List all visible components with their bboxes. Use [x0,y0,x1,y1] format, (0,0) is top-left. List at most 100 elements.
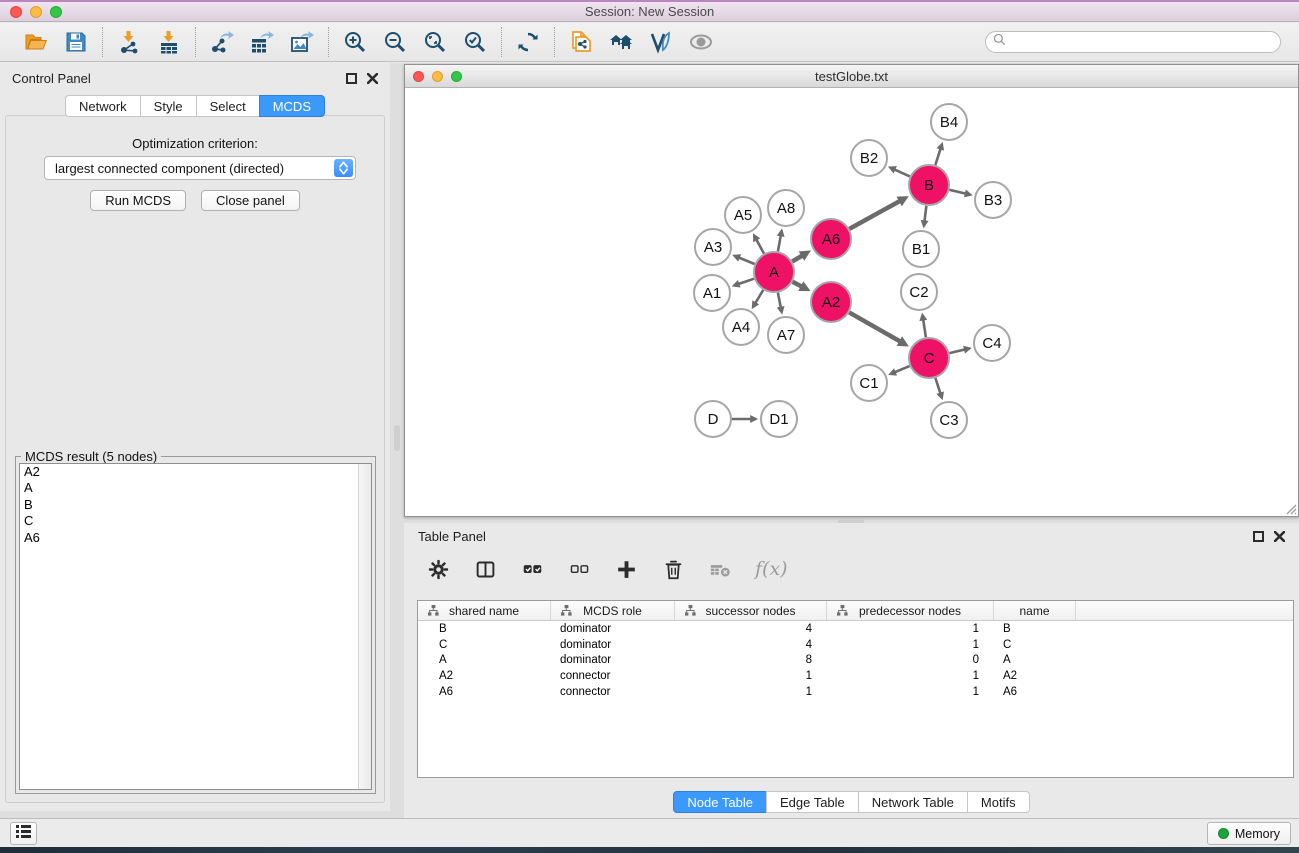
graph-node[interactable]: C2 [901,274,937,310]
graph-edge[interactable] [949,190,965,194]
run-mcds-button[interactable]: Run MCDS [90,190,186,211]
graph-node[interactable]: B2 [851,140,887,176]
graph-node[interactable]: A5 [725,197,761,233]
graph-node[interactable]: C4 [974,325,1010,361]
graphics-details-icon[interactable] [688,29,714,55]
graph-edge[interactable] [793,282,802,287]
search-input[interactable] [1010,33,1280,51]
tab-select[interactable]: Select [196,95,260,117]
column-header-predecessor-nodes[interactable]: predecessor nodes [827,601,994,620]
close-panel-icon[interactable] [367,73,378,84]
gear-icon[interactable] [426,557,450,581]
tab-network[interactable]: Network [65,95,141,117]
graph-node[interactable]: A7 [768,317,804,353]
import-network-icon[interactable] [116,29,142,55]
graph-edge[interactable] [925,206,927,221]
graph-edge[interactable] [778,293,781,308]
graph-node[interactable]: C3 [931,402,967,438]
graph-edge[interactable] [756,240,764,254]
graph-node[interactable]: C1 [851,365,887,401]
column-header-mcds-role[interactable]: MCDS role [551,601,675,620]
tab-style[interactable]: Style [140,95,197,117]
column-header-shared-name[interactable]: shared name [418,601,551,620]
deselect-all-icon[interactable] [567,557,591,581]
criterion-select[interactable]: largest connected component (directed) [44,156,356,180]
float-panel-icon[interactable] [346,73,357,84]
mcds-result-list[interactable]: A2ABCA6 [19,463,372,790]
search-box[interactable] [985,31,1281,53]
table-row[interactable]: Cdominator41C [418,637,1293,653]
graph-node[interactable]: B1 [903,231,939,267]
scrollbar[interactable] [358,464,371,789]
import-table-icon[interactable] [156,29,182,55]
tab-mcds[interactable]: MCDS [259,95,325,117]
graph-node[interactable]: A [754,252,794,292]
graph-node[interactable]: A1 [694,275,730,311]
table-row[interactable]: A2connector11A2 [418,668,1293,684]
float-panel-icon[interactable] [1253,531,1264,542]
graph-edge[interactable] [895,170,910,177]
close-panel-button[interactable]: Close panel [201,190,300,211]
save-session-icon[interactable] [63,29,89,55]
graph-node[interactable]: A3 [695,229,731,265]
add-column-icon[interactable] [614,557,638,581]
graph-node[interactable]: B3 [975,182,1011,218]
graph-edge[interactable] [739,279,755,284]
delete-column-icon[interactable] [661,557,685,581]
tab-edge-table[interactable]: Edge Table [766,791,859,813]
zoom-out-icon[interactable] [382,29,408,55]
table-row[interactable]: Bdominator41B [418,621,1293,637]
copy-network-icon[interactable] [568,29,594,55]
graph-node[interactable]: D1 [761,401,797,437]
table-row[interactable]: Adominator80A [418,653,1293,669]
task-history-button[interactable] [10,822,37,845]
graph-edge[interactable] [949,350,964,354]
graph-edge[interactable] [849,312,900,341]
graph-edge[interactable] [792,256,802,262]
graph-edge[interactable] [739,258,755,264]
tab-node-table[interactable]: Node Table [673,791,767,813]
tab-network-table[interactable]: Network Table [858,791,968,813]
graph-edge[interactable] [895,366,910,372]
graph-edge[interactable] [849,201,900,229]
column-header-successor-nodes[interactable]: successor nodes [675,601,827,620]
graph-node[interactable]: D [695,401,731,437]
resize-grip-icon[interactable] [1283,501,1297,515]
mcds-result-item[interactable]: A2 [20,464,371,480]
graph-edge[interactable] [755,290,763,303]
graph-node[interactable]: A6 [811,219,851,259]
export-image-icon[interactable] [289,29,315,55]
open-file-icon[interactable] [23,29,49,55]
graph-edge[interactable] [778,236,781,252]
zoom-selected-icon[interactable] [462,29,488,55]
graph-edge[interactable] [935,378,940,393]
column-header-name[interactable]: name [994,601,1076,620]
memory-button[interactable]: Memory [1207,822,1291,845]
vizmapper-icon[interactable] [648,29,674,55]
graph-edge[interactable] [935,149,940,165]
export-network-icon[interactable] [209,29,235,55]
table-row[interactable]: A6connector11A6 [418,684,1293,700]
graph-node[interactable]: B [909,165,949,205]
graph-node[interactable]: A8 [768,190,804,226]
splitpane-divider[interactable] [394,425,400,451]
split-columns-icon[interactable] [473,557,497,581]
zoom-in-icon[interactable] [342,29,368,55]
first-neighbors-icon[interactable] [608,29,634,55]
tab-motifs[interactable]: Motifs [967,791,1030,813]
mcds-result-item[interactable]: B [20,497,371,513]
graph-node[interactable]: A2 [811,282,851,322]
graph-node[interactable]: C [909,338,949,378]
select-all-icon[interactable] [520,557,544,581]
mcds-result-item[interactable]: A6 [20,530,371,546]
graph-node[interactable]: B4 [931,104,967,140]
graph-node[interactable]: A4 [723,309,759,345]
mcds-result-item[interactable]: C [20,513,371,529]
close-panel-icon[interactable] [1274,531,1285,542]
mcds-result-item[interactable]: A [20,480,371,496]
graph-edge[interactable] [923,320,926,338]
refresh-icon[interactable] [515,29,541,55]
export-table-icon[interactable] [249,29,275,55]
network-canvas[interactable]: A A1 A2 A3 A4 A5 A6 A7 A8 B B1 B2 B3 B4 C C1 C2 C3 C4 D D1 [406,89,1297,516]
zoom-fit-icon[interactable] [422,29,448,55]
